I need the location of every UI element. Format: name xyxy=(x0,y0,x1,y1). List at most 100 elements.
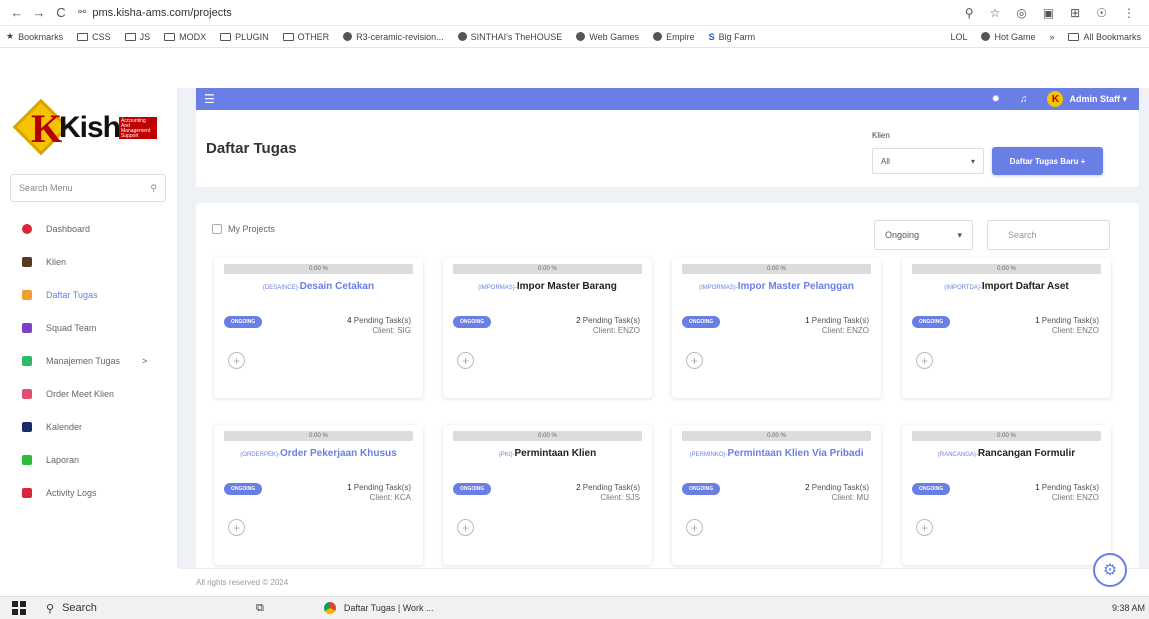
task-title[interactable]: (PERMINKO)-Permintaan Klien Via Pribadi xyxy=(682,447,871,477)
chrome-icon xyxy=(323,602,336,614)
bookmark-item[interactable]: LOL xyxy=(950,32,967,42)
add-member-icon[interactable]: + xyxy=(686,352,703,369)
all-bookmarks-button[interactable]: All Bookmarks xyxy=(1068,32,1141,42)
profile-icon[interactable]: ☉ xyxy=(1096,6,1107,20)
star-icon[interactable]: ☆ xyxy=(990,6,1001,20)
taskbar-app-chrome[interactable]: Daftar Tugas | Work ... xyxy=(323,602,434,614)
bookmark-item[interactable]: CSS xyxy=(77,32,111,42)
bookmark-item[interactable]: S Big Farm xyxy=(709,32,756,42)
bookmark-item[interactable]: Empire xyxy=(653,32,695,42)
add-member-icon[interactable]: + xyxy=(457,352,474,369)
task-card[interactable]: 0.00 % (RANCANGA)-Rancangan Formulir ONGOI… xyxy=(902,425,1111,565)
add-member-icon[interactable]: + xyxy=(916,352,933,369)
task-card[interactable]: 0.00 % (DESAINCE)-Desain Cetakan ONGOING 4 … xyxy=(214,258,423,398)
site-info-icon[interactable]: ⚯ xyxy=(78,7,86,18)
help-icon[interactable]: ⚙ xyxy=(1093,553,1127,587)
project-search-input[interactable]: Search xyxy=(987,220,1110,250)
task-card[interactable]: 0.00 % (IMPORMAS)-Impor Master Pelanggan O… xyxy=(672,258,881,398)
bookmark-item[interactable]: R3-ceramic-revision... xyxy=(343,32,444,42)
task-card[interactable]: 0.00 % (ORDERPEK)-Order Pekerjaan Khusus O… xyxy=(214,425,423,565)
log-icon xyxy=(22,487,32,498)
bookmarks-overflow-button[interactable]: » xyxy=(1049,32,1054,42)
sidebar-item-kalender[interactable]: Kalender xyxy=(0,410,178,443)
task-card[interactable]: 0.00 % (PKI)-Permintaan Klien ONGOING 2 Pen… xyxy=(443,425,652,565)
task-name: Import Daftar Aset xyxy=(981,281,1069,292)
windows-start-icon[interactable] xyxy=(12,601,26,615)
camera-icon[interactable]: ◎ xyxy=(1016,6,1026,20)
task-code: (IMPORMAS)- xyxy=(478,285,517,291)
bookmarks-bar: ★ Bookmarks CSS JS MODX PLUGIN OTHER R3-c… xyxy=(0,26,1149,48)
sidebar-item-daftar-tugas[interactable]: Daftar Tugas xyxy=(0,278,178,311)
admin-menu[interactable]: K Admin Staff ▾ xyxy=(1047,91,1127,107)
bookmark-item[interactable]: Hot Game xyxy=(981,32,1035,42)
calendar-icon xyxy=(22,421,32,432)
os-taskbar: ⚲ Search ⧉ Daftar Tugas | Work ... 9:38 … xyxy=(0,596,1149,619)
more-icon[interactable]: ⋮ xyxy=(1123,6,1135,20)
bookmark-item[interactable]: SINTHAI's TheHOUSE xyxy=(457,32,562,42)
bookmark-item[interactable]: OTHER xyxy=(282,32,329,42)
back-icon[interactable]: ← xyxy=(6,5,28,20)
add-member-icon[interactable]: + xyxy=(916,519,933,536)
bookmark-item[interactable]: JS xyxy=(124,32,150,42)
sidebar-item-activity-logs[interactable]: Activity Logs xyxy=(0,476,178,509)
add-member-icon[interactable]: + xyxy=(228,519,245,536)
task-title[interactable]: (IMPORMAS)-Impor Master Pelanggan xyxy=(682,280,871,310)
bookmark-item[interactable]: ★ Bookmarks xyxy=(6,31,63,42)
forward-icon[interactable]: → xyxy=(28,5,50,20)
sidebar-menu: Dashboard Klien Daftar Tugas Squad Team … xyxy=(0,212,178,509)
sidebar-item-klien[interactable]: Klien xyxy=(0,245,178,278)
extension-icon[interactable]: ▣ xyxy=(1043,6,1054,20)
chevron-down-icon: ▾ xyxy=(970,156,975,166)
list-icon xyxy=(22,355,32,366)
task-card[interactable]: 0.00 % (IMPORMAS)-Impor Master Barang ONGO… xyxy=(443,258,652,398)
hamburger-icon[interactable]: ☰ xyxy=(204,92,215,106)
zoom-icon[interactable]: ⚲ xyxy=(965,6,974,20)
bookmark-item[interactable]: PLUGIN xyxy=(220,32,269,42)
task-title[interactable]: (IMPORMAS)-Impor Master Barang xyxy=(453,280,642,310)
task-title[interactable]: (RANCANGA)-Rancangan Formulir xyxy=(912,447,1101,477)
task-view-icon[interactable]: ⧉ xyxy=(256,602,264,615)
add-member-icon[interactable]: + xyxy=(457,519,474,536)
address-bar[interactable]: ⚯ pms.kisha-ams.com/projects xyxy=(78,7,918,19)
sidebar-item-squad-team[interactable]: Squad Team xyxy=(0,311,178,344)
reload-icon[interactable]: C xyxy=(50,5,72,20)
menu-search-input[interactable]: Search Menu ⚲ xyxy=(10,174,166,202)
client-name: Client: ENZO xyxy=(1051,326,1099,335)
my-projects-toggle[interactable]: My Projects xyxy=(212,224,275,234)
settings-icon[interactable]: ✹ xyxy=(992,94,1000,105)
new-task-list-button[interactable]: Daftar Tugas Baru + xyxy=(992,147,1103,175)
status-filter-select[interactable]: Ongoing ▾ xyxy=(874,220,973,250)
logo[interactable]: K Kisha Accounting And Management Suppor… xyxy=(0,88,178,170)
pending-count: 2 xyxy=(576,483,581,492)
task-name: Permintaan Klien xyxy=(514,448,597,459)
klien-select[interactable]: All ▾ xyxy=(872,148,984,174)
pending-tasks: 1 Pending Task(s) xyxy=(1035,315,1099,326)
user-icon xyxy=(22,256,32,267)
task-title[interactable]: (IMPORTDA)-Import Daftar Aset xyxy=(912,280,1101,310)
pending-text: Pending Task(s) xyxy=(811,316,869,325)
status-badge: ONGOING xyxy=(912,483,951,495)
pending-count: 2 xyxy=(805,483,810,492)
task-title[interactable]: (PKI)-Permintaan Klien xyxy=(453,447,642,477)
task-card[interactable]: 0.00 % (IMPORTDA)-Import Daftar Aset ONGOI… xyxy=(902,258,1111,398)
bell-icon[interactable]: ♫ xyxy=(1020,94,1028,105)
sidebar-item-laporan[interactable]: Laporan xyxy=(0,443,178,476)
add-member-icon[interactable]: + xyxy=(228,352,245,369)
taskbar-search[interactable]: ⚲ Search xyxy=(46,602,246,615)
bookmark-item[interactable]: Web Games xyxy=(576,32,639,42)
search-icon: ⚲ xyxy=(46,602,55,615)
status-badge: ONGOING xyxy=(224,483,263,495)
sidebar-item-manajemen-tugas[interactable]: Manajemen Tugas > xyxy=(0,344,178,377)
task-title[interactable]: (DESAINCE)-Desain Cetakan xyxy=(224,280,413,310)
my-projects-checkbox[interactable] xyxy=(212,224,222,234)
add-member-icon[interactable]: + xyxy=(686,519,703,536)
puzzle-icon[interactable]: ⊞ xyxy=(1070,6,1080,20)
pending-tasks: 1 Pending Task(s) xyxy=(1035,482,1099,493)
task-title[interactable]: (ORDERPEK)-Order Pekerjaan Khusus xyxy=(224,447,413,477)
browser-toolbar: ← → C ⚯ pms.kisha-ams.com/projects ⚲ ☆ ◎… xyxy=(0,0,1149,26)
task-card[interactable]: 0.00 % (PERMINKO)-Permintaan Klien Via Pr… xyxy=(672,425,881,565)
task-code: (PKI)- xyxy=(498,452,515,458)
sidebar-item-dashboard[interactable]: Dashboard xyxy=(0,212,178,245)
sidebar-item-order-meet-klien[interactable]: Order Meet Klien xyxy=(0,377,178,410)
bookmark-item[interactable]: MODX xyxy=(164,32,206,42)
